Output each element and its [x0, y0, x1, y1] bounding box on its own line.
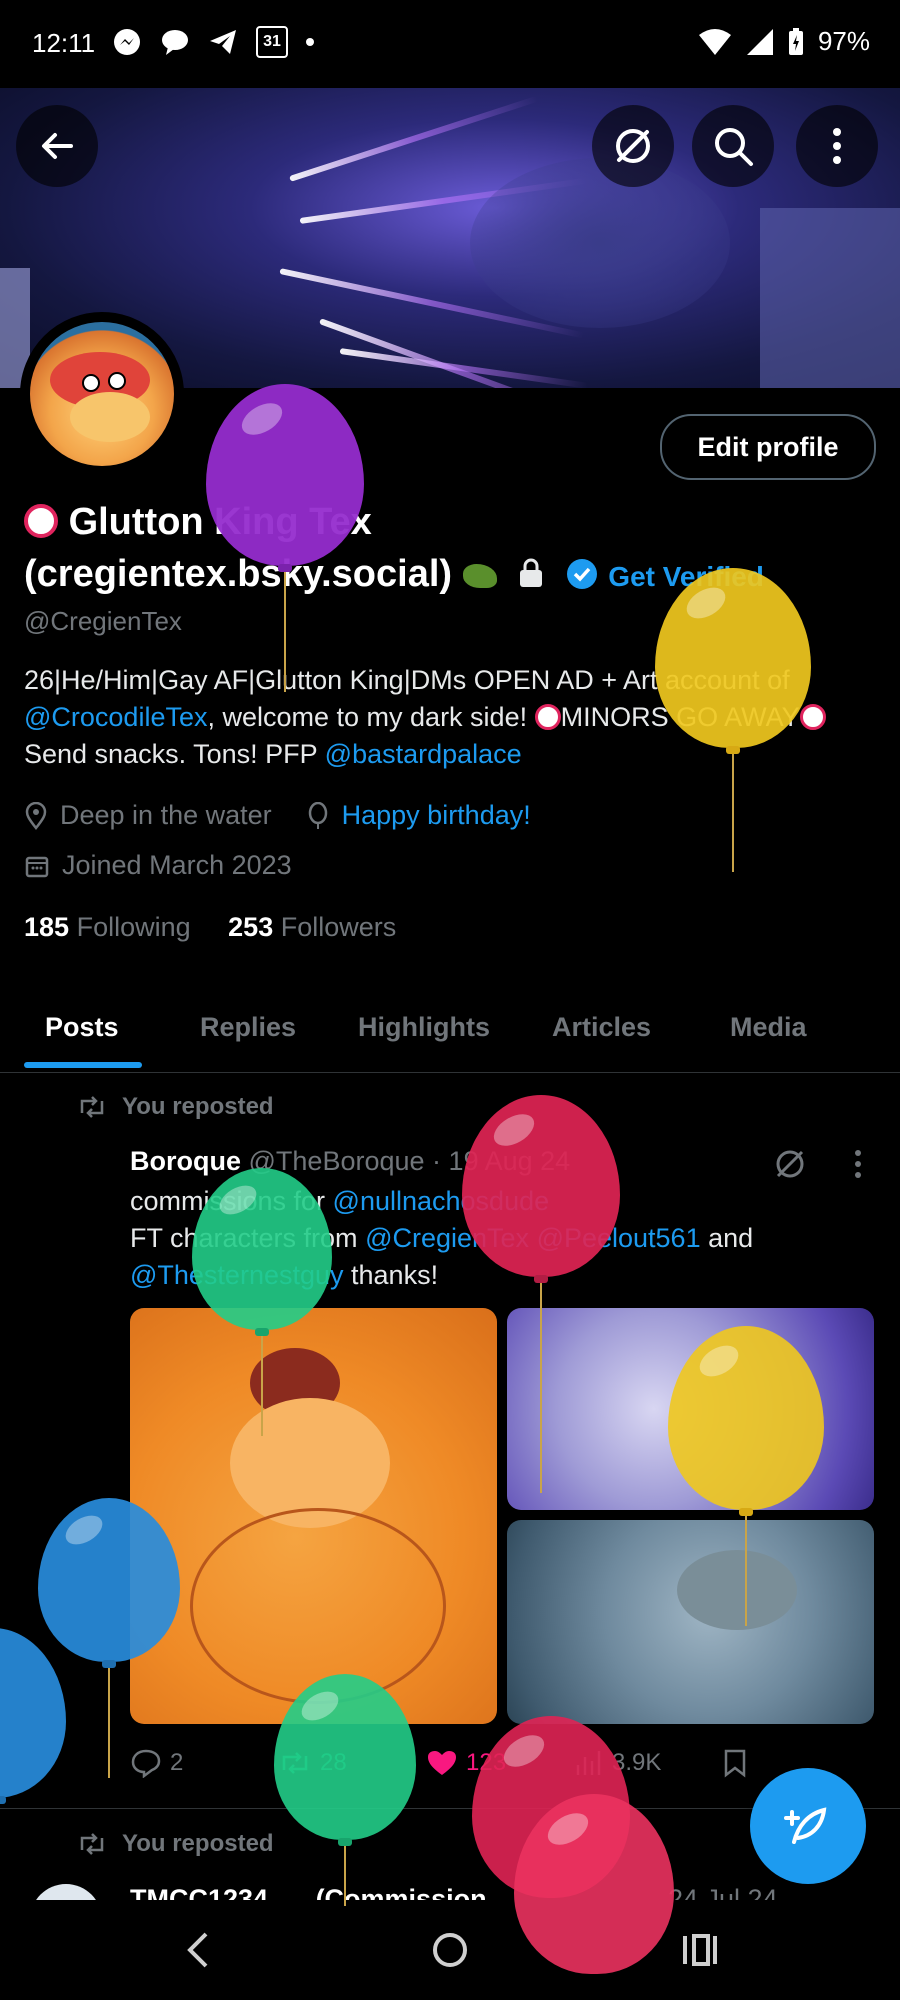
bio-part4: Send snacks. Tons! PFP [24, 739, 325, 769]
status-bar: 12:11 31 97% [0, 0, 900, 88]
verified-badge-icon [566, 559, 597, 589]
post2-avatar[interactable] [30, 1884, 102, 1900]
arrow-left-icon [42, 133, 73, 159]
dot-icon [306, 38, 314, 46]
repost-icon [80, 1833, 104, 1855]
reply-icon [131, 1749, 161, 1778]
profile-tabs: Posts Replies Highlights Articles Media [0, 990, 900, 1073]
telegram-icon [210, 30, 236, 54]
android-nav-bar [0, 1900, 900, 2000]
reply-button[interactable]: 2 [130, 1748, 278, 1778]
heart-icon [428, 1751, 456, 1775]
post-line3-text: thanks! [343, 1260, 439, 1290]
search-button[interactable] [692, 105, 774, 187]
joined-date: Joined March 2023 [62, 850, 292, 880]
more-vertical-icon [833, 128, 841, 164]
wifi-icon [698, 28, 731, 55]
back-button[interactable] [16, 105, 98, 187]
battery-icon [788, 27, 803, 55]
balloon-icon [308, 801, 327, 829]
no-minors-icon [799, 704, 826, 730]
profile-location: Deep in the water [60, 800, 272, 830]
tab-replies[interactable]: Replies [200, 1012, 296, 1043]
compose-button[interactable] [750, 1768, 866, 1884]
compose-feather-icon [784, 1807, 827, 1844]
following-link[interactable]: 185 Following [24, 912, 191, 942]
reply-count: 2 [170, 1749, 184, 1776]
tab-media[interactable]: Media [730, 1012, 807, 1043]
profile-meta-row: Deep in the water Happy birthday! [24, 800, 531, 831]
calendar-icon [25, 856, 49, 877]
no-eye-icon[interactable] [772, 1146, 808, 1182]
birthday-link[interactable]: Happy birthday! [342, 800, 531, 831]
follow-stats: 185 Following 253 Followers [24, 912, 396, 943]
more-button[interactable] [796, 105, 878, 187]
repost-label: You reposted [122, 1093, 274, 1120]
bio-mention-crocodiletex[interactable]: @CrocodileTex [24, 702, 207, 732]
joined-row: Joined March 2023 [24, 850, 292, 881]
post-line2-and: and [700, 1223, 754, 1253]
notification-icons: 31 [112, 26, 314, 58]
post-more-icon[interactable] [852, 1148, 864, 1180]
tab-highlights[interactable]: Highlights [358, 1012, 490, 1043]
status-time: 12:11 [32, 28, 96, 58]
nav-back-icon[interactable] [186, 1932, 210, 1968]
no-eye-icon [616, 129, 650, 163]
tab-articles[interactable]: Articles [552, 1012, 651, 1043]
repost-label-2: You reposted [122, 1830, 274, 1857]
no-minors-icon [534, 704, 561, 730]
signal-icon [746, 28, 773, 55]
search-icon [715, 128, 753, 166]
calendar-icon: 31 [256, 26, 288, 58]
hide-button[interactable] [592, 105, 674, 187]
repost-indicator: You reposted [76, 1093, 274, 1121]
no-minors-icon [24, 504, 58, 538]
bookmark-icon [724, 1749, 746, 1778]
avatar[interactable] [20, 312, 184, 476]
followers-link[interactable]: 253 Followers [228, 912, 396, 942]
bio-mention-bastardpalace[interactable]: @bastardpalace [325, 739, 522, 769]
post-image-orange-character[interactable] [130, 1308, 497, 1724]
followers-label: Followers [280, 912, 397, 942]
edit-profile-button[interactable]: Edit profile [660, 414, 876, 480]
system-icons: 97% [698, 26, 870, 57]
tab-posts[interactable]: Posts [45, 1012, 119, 1043]
profile-handle: @CregienTex [24, 606, 182, 636]
followers-count: 253 [228, 912, 274, 942]
post-author-name[interactable]: Boroque [130, 1146, 241, 1176]
location-pin-icon [25, 801, 47, 830]
following-count: 185 [24, 912, 70, 942]
crocodile-icon [462, 563, 497, 588]
following-label: Following [76, 912, 191, 942]
post2-name[interactable]: (Commission [316, 1884, 487, 1900]
repost-indicator-2: You reposted [76, 1830, 274, 1858]
repost-icon [80, 1096, 104, 1118]
name-line2: (cregientex.bsky.social) [24, 553, 453, 595]
post2-date: 24 Jul 24 [668, 1884, 778, 1900]
bio-part2: , welcome to my dark side! [207, 702, 535, 732]
battery-percent: 97% [817, 26, 870, 56]
active-tab-indicator [24, 1062, 142, 1068]
post2-author[interactable]: TMCC1234 [130, 1884, 268, 1900]
nav-recents-icon[interactable] [682, 1934, 718, 1966]
post2-header-clip: TMCC1234 (Commission 24 Jul 24 [0, 1880, 900, 1900]
lock-icon [520, 558, 543, 587]
chat-icon [162, 30, 188, 55]
post-image-grey-character[interactable] [507, 1520, 874, 1724]
nav-home-icon[interactable] [432, 1932, 468, 1968]
messenger-icon [114, 29, 140, 55]
